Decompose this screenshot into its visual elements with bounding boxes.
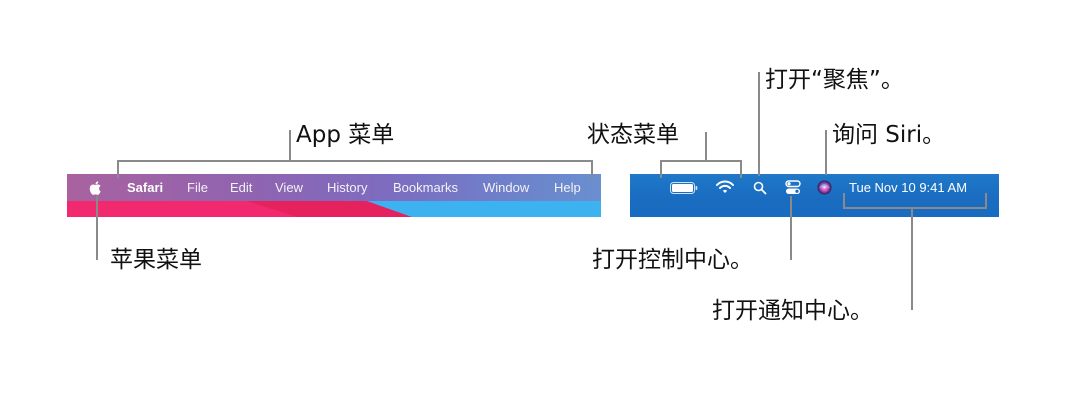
app-menu-bracket-right (591, 160, 593, 178)
menu-bookmarks[interactable]: Bookmarks (393, 174, 458, 201)
menu-help[interactable]: Help (554, 174, 581, 201)
notification-bracket (843, 207, 987, 209)
callout-status-menu: 状态菜单 (587, 122, 679, 148)
spotlight-search-icon[interactable] (753, 181, 767, 195)
app-menu-bracket (117, 160, 593, 162)
apple-logo-icon (89, 180, 101, 195)
menu-file[interactable]: File (187, 174, 208, 201)
menu-edit[interactable]: Edit (230, 174, 252, 201)
callout-app-menu: App 菜单 (296, 122, 395, 148)
desktop-wallpaper-strip (67, 201, 601, 217)
clock-datetime[interactable]: Tue Nov 10 9:41 AM (849, 174, 967, 201)
siri-icon[interactable] (817, 180, 832, 195)
callout-spotlight: 打开“聚焦”。 (765, 67, 904, 93)
callout-control-center: 打开控制中心。 (592, 247, 753, 273)
callout-notification-center: 打开通知中心。 (712, 298, 873, 324)
apple-menu-leader (96, 196, 98, 260)
menu-view[interactable]: View (275, 174, 303, 201)
status-menu-bracket (660, 160, 742, 162)
menu-bar-right: Tue Nov 10 9:41 AM (630, 174, 999, 217)
app-menu-leader (289, 130, 291, 161)
notification-bracket-left (843, 193, 845, 209)
siri-leader (825, 130, 827, 175)
app-menu-bracket-left (117, 160, 119, 178)
control-center-leader (790, 196, 792, 260)
status-menu-bracket-right (740, 160, 742, 178)
status-menu-bracket-left (660, 160, 662, 178)
menu-window[interactable]: Window (483, 174, 529, 201)
control-center-icon[interactable] (785, 180, 801, 195)
menu-bar-left: Safari File Edit View History Bookmarks … (67, 174, 601, 217)
callout-apple-menu: 苹果菜单 (110, 247, 202, 273)
callout-siri: 询问 Siri。 (832, 122, 946, 148)
notification-leader (911, 207, 913, 310)
notification-bracket-right (985, 193, 987, 209)
spotlight-leader (758, 72, 760, 176)
status-menu-leader (705, 132, 707, 161)
battery-icon[interactable] (670, 182, 698, 194)
wifi-icon[interactable] (716, 180, 734, 194)
menu-history[interactable]: History (327, 174, 367, 201)
app-menu-safari[interactable]: Safari (127, 174, 163, 201)
